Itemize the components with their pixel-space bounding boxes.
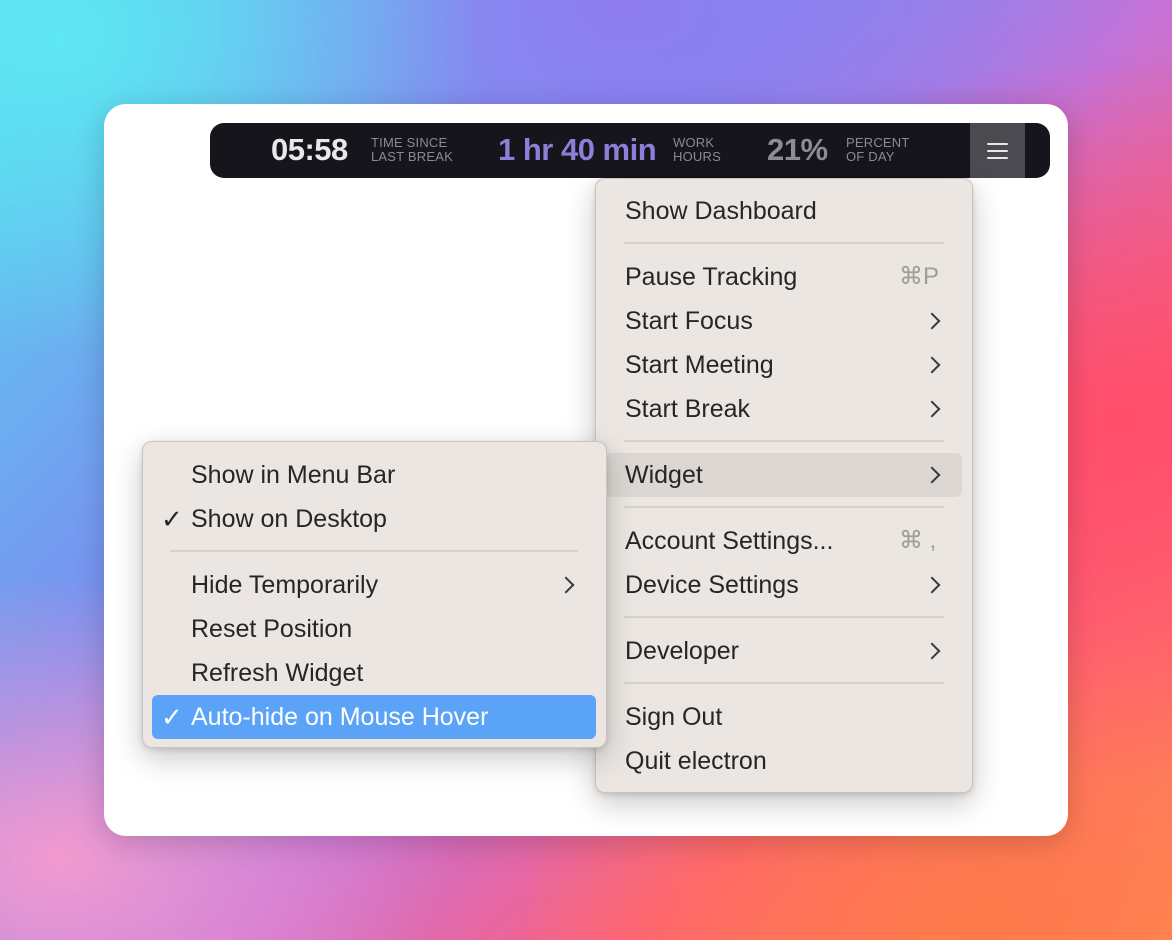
menu-separator	[624, 440, 944, 442]
label-line: OF DAY	[846, 149, 895, 164]
submenu-item-hide-temporarily[interactable]: Hide Temporarily	[152, 563, 596, 607]
menu-item-developer[interactable]: Developer	[606, 629, 962, 673]
work-hours-value: 1 hr 40 min	[498, 132, 657, 167]
label-line: HOURS	[673, 149, 721, 164]
menu-separator	[624, 682, 944, 684]
chevron-right-icon	[923, 642, 941, 660]
time-since-break-label: TIME SINCE LAST BREAK	[371, 136, 471, 164]
menu-item-start-break[interactable]: Start Break	[606, 387, 962, 431]
menu-item-label: Developer	[625, 637, 739, 665]
menu-item-label: Start Break	[625, 395, 751, 423]
menu-item-pause-tracking[interactable]: Pause Tracking ⌘P	[606, 255, 962, 299]
menu-item-account-settings[interactable]: Account Settings... ⌘ ,	[606, 519, 962, 563]
menu-item-label: Device Settings	[625, 571, 799, 599]
submenu-item-refresh-widget[interactable]: Refresh Widget	[152, 651, 596, 695]
menu-item-label: Auto-hide on Mouse Hover	[191, 703, 489, 731]
menu-item-label: Reset Position	[191, 615, 353, 643]
menu-separator	[170, 550, 578, 552]
menu-item-label: Show Dashboard	[625, 197, 817, 225]
label-line: TIME SINCE	[371, 135, 448, 150]
chevron-right-icon	[923, 400, 941, 418]
menu-item-label: Show on Desktop	[191, 505, 387, 533]
percent-of-day-value: 21%	[767, 132, 828, 167]
hamburger-icon	[987, 142, 1008, 159]
chevron-right-icon	[923, 356, 941, 374]
menu-item-start-focus[interactable]: Start Focus	[606, 299, 962, 343]
menu-item-device-settings[interactable]: Device Settings	[606, 563, 962, 607]
chevron-right-icon	[923, 576, 941, 594]
label-line: WORK	[673, 135, 715, 150]
desktop-widget[interactable]: 05:58 TIME SINCE LAST BREAK 1 hr 40 min …	[210, 123, 1050, 178]
menu-item-start-meeting[interactable]: Start Meeting	[606, 343, 962, 387]
menu-item-widget[interactable]: Widget	[606, 453, 962, 497]
submenu-item-reset-position[interactable]: Reset Position	[152, 607, 596, 651]
menu-item-label: Start Focus	[625, 307, 753, 335]
time-since-break-value: 05:58	[271, 132, 348, 167]
menu-item-label: Show in Menu Bar	[191, 461, 396, 489]
menu-item-show-dashboard[interactable]: Show Dashboard	[606, 189, 962, 233]
menu-item-label: Start Meeting	[625, 351, 774, 379]
menu-item-sign-out[interactable]: Sign Out	[606, 695, 962, 739]
widget-menu-button[interactable]	[970, 123, 1025, 178]
chevron-right-icon	[923, 466, 941, 484]
menu-separator	[624, 506, 944, 508]
submenu-item-show-in-menu-bar[interactable]: Show in Menu Bar	[152, 453, 596, 497]
shortcut-label: ⌘ ,	[899, 527, 937, 554]
menu-item-label: Refresh Widget	[191, 659, 364, 687]
menu-item-label: Sign Out	[625, 703, 723, 731]
checkmark-icon: ✓	[161, 504, 183, 534]
checkmark-icon: ✓	[161, 702, 183, 732]
menu-separator	[624, 616, 944, 618]
submenu-item-show-on-desktop[interactable]: ✓ Show on Desktop	[152, 497, 596, 541]
chevron-right-icon	[557, 576, 575, 594]
menu-item-quit[interactable]: Quit electron	[606, 739, 962, 783]
shortcut-label: ⌘P	[899, 263, 940, 290]
menu-item-label: Quit electron	[625, 747, 767, 775]
menu-separator	[624, 242, 944, 244]
percent-of-day-label: PERCENT OF DAY	[846, 136, 946, 164]
chevron-right-icon	[923, 312, 941, 330]
menu-item-label: Hide Temporarily	[191, 571, 379, 599]
label-line: PERCENT	[846, 135, 910, 150]
menu-item-label: Widget	[625, 461, 703, 489]
menu-item-label: Pause Tracking	[625, 263, 798, 291]
label-line: LAST BREAK	[371, 149, 453, 164]
submenu-item-auto-hide-on-hover[interactable]: ✓ Auto-hide on Mouse Hover	[152, 695, 596, 739]
menu-item-label: Account Settings...	[625, 527, 834, 555]
work-hours-label: WORK HOURS	[673, 136, 773, 164]
